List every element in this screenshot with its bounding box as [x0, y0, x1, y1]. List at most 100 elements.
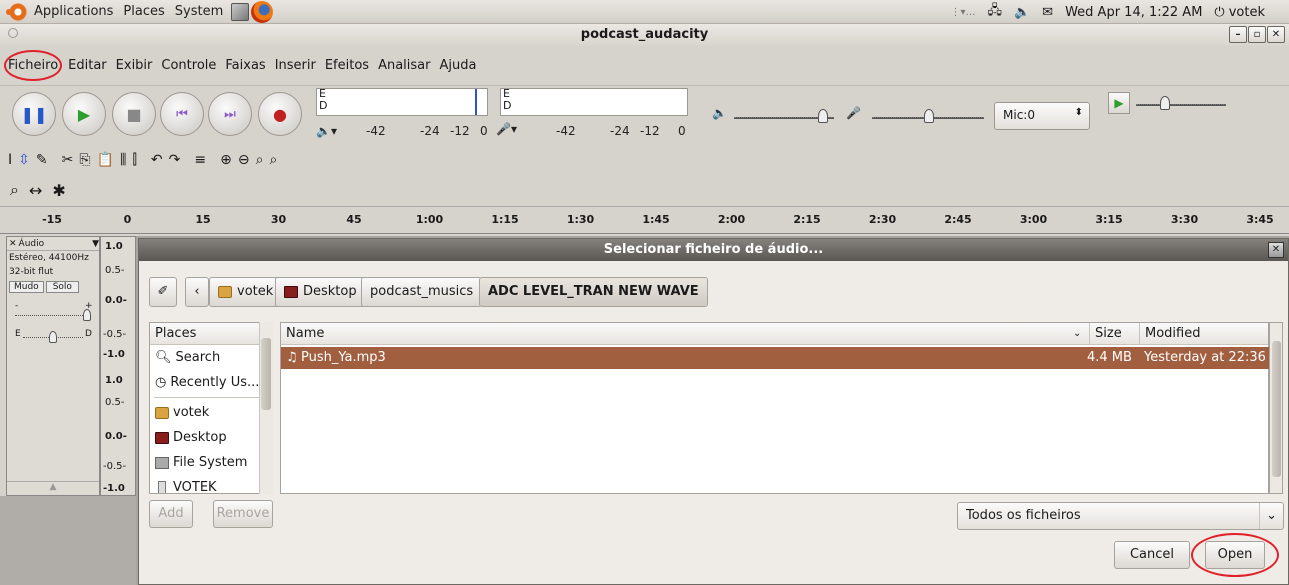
play-button[interactable]: ▶: [62, 92, 106, 136]
dialog-close-button[interactable]: ✕: [1268, 242, 1284, 258]
mail-icon[interactable]: ✉: [1042, 5, 1053, 20]
solo-button[interactable]: Solo: [45, 281, 79, 293]
sync-lock-icon[interactable]: ≡: [194, 152, 206, 168]
column-name[interactable]: Name: [286, 323, 324, 345]
mic-dropdown-icon[interactable]: 🎤▾: [496, 122, 517, 136]
places-scroll-thumb[interactable]: [261, 338, 271, 410]
menu-efeitos[interactable]: Efeitos: [325, 58, 369, 73]
trim-icon[interactable]: ⫼: [120, 152, 126, 168]
menu-inserir[interactable]: Inserir: [275, 58, 316, 73]
maximize-button[interactable]: ▫: [1248, 26, 1266, 43]
file-list-scroll-thumb[interactable]: [1272, 341, 1281, 477]
place-recently-used[interactable]: ◷ Recently Us...: [150, 370, 272, 395]
network-icon[interactable]: 🖧: [987, 1, 1002, 23]
place-votek[interactable]: votek: [150, 400, 272, 425]
place-file-system[interactable]: File System: [150, 450, 272, 475]
open-button[interactable]: Open: [1205, 541, 1265, 569]
zoom-tool-icon[interactable]: ⌕: [10, 180, 19, 200]
column-modified[interactable]: Modified: [1139, 323, 1200, 345]
system-menu[interactable]: System: [175, 4, 223, 19]
skip-end-button[interactable]: ⏭: [208, 92, 252, 136]
input-volume-thumb[interactable]: [924, 109, 934, 123]
output-volume-thumb[interactable]: [818, 109, 828, 123]
copy-icon[interactable]: ⎘: [79, 152, 90, 168]
menu-faixas[interactable]: Faixas: [225, 58, 265, 73]
multi-tool-icon[interactable]: ✱: [52, 181, 65, 200]
draw-tool-icon[interactable]: ✎: [36, 152, 48, 168]
close-button[interactable]: ✕: [1267, 26, 1285, 43]
mute-button[interactable]: Mudo: [9, 281, 44, 293]
keyboard-indicator-icon[interactable]: ⋮▾…: [950, 7, 975, 18]
gain-slider[interactable]: - +: [7, 295, 99, 325]
places-menu[interactable]: Places: [123, 4, 164, 19]
stop-button[interactable]: ■: [112, 92, 156, 136]
clock-icon: ◷: [155, 375, 167, 390]
track-menu-icon[interactable]: ▼: [92, 239, 99, 249]
volume-icon[interactable]: 🔈: [1014, 5, 1030, 20]
firefox-launcher-icon[interactable]: [251, 0, 274, 23]
fit-project-icon[interactable]: ⌕: [269, 152, 277, 168]
menu-ajuda[interactable]: Ajuda: [439, 58, 476, 73]
place-votek-volume[interactable]: VOTEK: [150, 475, 272, 493]
breadcrumb-current-folder[interactable]: ADC LEVEL_TRAN NEW WAVE: [479, 277, 708, 307]
window-menu-icon[interactable]: [8, 28, 18, 38]
playback-speed-slider[interactable]: [1136, 104, 1226, 106]
breadcrumb-votek[interactable]: votek: [209, 277, 283, 307]
timeshift-tool-icon[interactable]: ↔: [29, 181, 42, 200]
user-menu[interactable]: ⏻ votek: [1214, 5, 1277, 20]
breadcrumb-podcast-musics[interactable]: podcast_musics: [361, 277, 483, 307]
menu-exibir[interactable]: Exibir: [116, 58, 153, 73]
pan-slider[interactable]: E D: [7, 325, 99, 349]
minimize-button[interactable]: –: [1229, 26, 1247, 43]
menu-editar[interactable]: Editar: [68, 58, 107, 73]
menu-ficheiro[interactable]: Ficheiro: [4, 50, 63, 81]
speaker-icon[interactable]: 🔈▾: [316, 124, 337, 138]
menu-analisar[interactable]: Analisar: [378, 58, 430, 73]
input-source-select[interactable]: Mic:0 ⬍: [994, 102, 1090, 130]
track-name[interactable]: Áudio: [19, 239, 91, 249]
place-desktop[interactable]: Desktop: [150, 425, 272, 450]
skip-start-button[interactable]: ⏮: [160, 92, 204, 136]
text-editor-launcher-icon[interactable]: [231, 2, 250, 21]
place-search[interactable]: 🔍︎ Search: [150, 345, 272, 370]
selection-tool-icon[interactable]: I: [8, 152, 12, 168]
scale-label: 1.0: [105, 241, 123, 252]
file-row[interactable]: ♫ Push_Ya.mp3 4.4 MB Yesterday at 22:36: [281, 347, 1269, 369]
zoom-in-icon[interactable]: ⊕: [220, 152, 232, 168]
gain-thumb[interactable]: [83, 309, 91, 321]
ruler-tick-label: 3:30: [1170, 213, 1199, 226]
menu-controle[interactable]: Controle: [161, 58, 216, 73]
fit-selection-icon[interactable]: ⌕: [256, 152, 264, 168]
applications-menu[interactable]: Applications: [34, 4, 113, 19]
cut-icon[interactable]: ✂: [62, 152, 74, 168]
envelope-tool-icon[interactable]: ⇳: [18, 152, 30, 168]
clock[interactable]: Wed Apr 14, 1:22 AM: [1065, 5, 1202, 20]
record-button[interactable]: ●: [258, 92, 302, 136]
remove-bookmark-button[interactable]: Remove: [213, 500, 273, 528]
breadcrumb-desktop[interactable]: Desktop: [275, 277, 366, 307]
places-scrollbar[interactable]: [259, 322, 273, 494]
play-at-speed-button[interactable]: ▶: [1108, 92, 1130, 114]
undo-icon[interactable]: ↶: [151, 152, 163, 168]
pan-thumb[interactable]: [49, 331, 57, 343]
type-location-button[interactable]: ✐: [149, 277, 177, 307]
file-list-scrollbar[interactable]: [1269, 322, 1283, 494]
silence-icon[interactable]: ⫿: [132, 152, 136, 168]
timeline-ruler[interactable]: -15 0 15 30 45 1:00 1:15 1:30 1:45 2:00 2:15 2:30 2:…: [0, 206, 1289, 234]
track-close-icon[interactable]: ✕: [9, 239, 17, 249]
playback-speed-thumb[interactable]: [1160, 96, 1170, 110]
column-size[interactable]: Size: [1089, 323, 1122, 345]
pause-button[interactable]: ❚❚: [12, 92, 56, 136]
file-type-filter[interactable]: Todos os ficheiros ⌄: [957, 502, 1284, 530]
zoom-out-icon[interactable]: ⊖: [238, 152, 250, 168]
paste-icon[interactable]: 📋: [97, 152, 114, 168]
ruler-tick-label: 1:15: [491, 213, 519, 226]
redo-icon[interactable]: ↷: [169, 152, 181, 168]
ubuntu-logo-icon[interactable]: [6, 1, 28, 22]
collapse-track-icon[interactable]: ▲: [7, 481, 99, 495]
place-label: Search: [175, 350, 221, 365]
cancel-button[interactable]: Cancel: [1114, 541, 1190, 569]
add-bookmark-button[interactable]: Add: [149, 500, 193, 528]
places-header[interactable]: Places: [150, 323, 272, 345]
breadcrumb-back-button[interactable]: ‹: [185, 277, 209, 307]
